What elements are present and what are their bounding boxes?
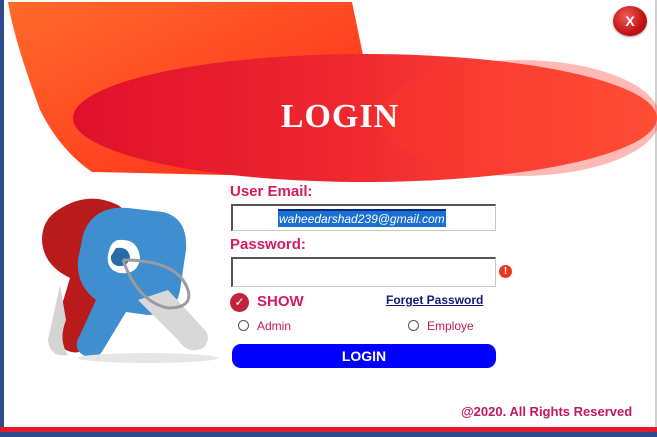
password-label: Password: — [230, 236, 306, 253]
forget-password-link[interactable]: Forget Password — [386, 293, 483, 307]
warning-icon: ! — [499, 265, 512, 278]
login-button[interactable]: LOGIN — [232, 344, 496, 368]
admin-radio-label: Admin — [257, 319, 292, 333]
login-window: LOGIN X User Email: waheedarshad239@gmai… — [0, 0, 657, 437]
email-value: waheedarshad239@gmail.com — [278, 209, 446, 227]
employe-radio-label: Employe — [427, 319, 474, 333]
keys-icon — [42, 198, 218, 363]
email-label: User Email: — [230, 183, 313, 200]
bottom-red-stripe — [0, 427, 657, 432]
show-password-checkbox[interactable]: ✓ — [230, 293, 249, 312]
password-field[interactable] — [231, 257, 496, 287]
show-label: SHOW — [257, 293, 304, 310]
copyright-text: @2020. All Rights Reserved — [461, 404, 633, 419]
close-button[interactable]: X — [613, 6, 647, 36]
login-title: LOGIN — [280, 98, 400, 135]
admin-radio[interactable] — [238, 320, 249, 331]
employe-radio[interactable] — [408, 320, 419, 331]
login-banner — [8, 2, 657, 182]
bottom-bar — [0, 427, 657, 437]
email-field[interactable]: waheedarshad239@gmail.com — [231, 204, 496, 231]
